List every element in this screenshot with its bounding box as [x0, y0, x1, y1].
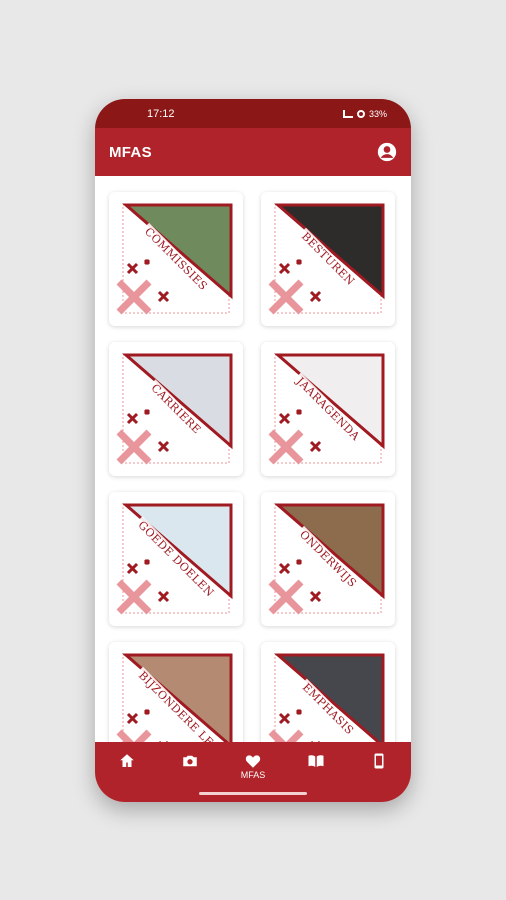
home-icon	[119, 754, 134, 767]
large-x-mark	[268, 729, 304, 742]
nav-item-camera[interactable]	[162, 752, 218, 770]
camera-icon	[183, 755, 197, 767]
phone-icon	[374, 753, 384, 769]
nav-label-mfas: MFAS	[240, 770, 266, 780]
tile-besturen[interactable]: BESTUREN	[261, 192, 395, 326]
nav-item-mfas[interactable]: MFAS	[225, 752, 281, 780]
large-x-mark	[116, 729, 152, 742]
home-indicator	[199, 792, 307, 795]
tile-onderwijs[interactable]: ONDERWIJS	[261, 492, 395, 626]
nav-item-home[interactable]	[99, 752, 155, 770]
tile-artwork	[116, 653, 233, 742]
phone-frame: 17:12 33% MFAS COMMISSIES BESTUREN CARRIER…	[95, 99, 411, 802]
tile-carriere[interactable]: CARRIERE	[109, 342, 243, 476]
tile-bijzondere-le[interactable]: BIJZONDERE LE	[109, 642, 243, 742]
main-content[interactable]: COMMISSIES BESTUREN CARRIERE JAARAGENDA GOED…	[95, 176, 411, 742]
status-bar: 17:12 33%	[95, 99, 411, 128]
tile-emphasis[interactable]: EMPHASIS	[261, 642, 395, 742]
nav-item-phone[interactable]	[351, 752, 407, 770]
account-circle-icon[interactable]	[377, 142, 397, 162]
tile-goede-doelen[interactable]: GOEDE DOELEN	[109, 492, 243, 626]
app-bar: MFAS	[95, 128, 411, 176]
category-grid: COMMISSIES BESTUREN CARRIERE JAARAGENDA GOED…	[109, 192, 395, 742]
heart-icon	[245, 755, 261, 768]
app-title: MFAS	[109, 143, 152, 161]
status-icons: 33%	[342, 108, 387, 119]
tile-jaaragenda[interactable]: JAARAGENDA	[261, 342, 395, 476]
book-icon	[308, 755, 324, 767]
tile-commissies[interactable]: COMMISSIES	[109, 192, 243, 326]
battery-percent: 33%	[368, 108, 387, 119]
signal-icon	[342, 109, 353, 118]
status-time: 17:12	[147, 107, 175, 120]
tile-artwork	[268, 653, 385, 742]
battery-icon	[356, 109, 365, 118]
nav-item-book[interactable]	[288, 752, 344, 770]
